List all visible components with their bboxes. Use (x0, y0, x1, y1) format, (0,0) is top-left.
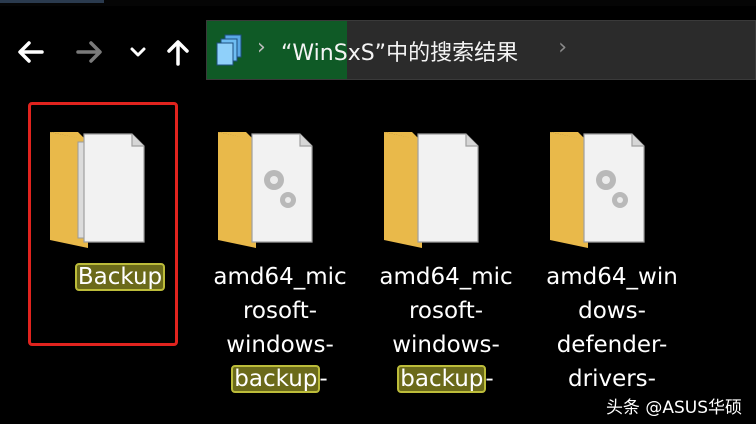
file-name-line: windows- (366, 328, 526, 362)
file-name-label: amd64_win dows-defender-drivers- (532, 260, 692, 396)
file-name-text: amd64_mic (213, 264, 347, 290)
file-name-text: rosoft- (242, 298, 318, 324)
arrow-right-icon (76, 41, 102, 63)
file-name-line: backup- (200, 362, 360, 396)
arrow-left-icon (18, 41, 44, 63)
watermark: 头条 @ASUS华硕 (605, 398, 742, 418)
folder-with-documents-icon (48, 120, 158, 250)
folder-with-gear-document-icon (548, 120, 658, 250)
folder-with-gear-document-icon (216, 120, 326, 250)
search-match-highlight: backup (397, 365, 487, 393)
file-name-text: - (485, 366, 494, 392)
file-name-line: rosoft- (366, 294, 526, 328)
file-name-line: amd64_win (532, 260, 692, 294)
file-name-text: rosoft- (408, 298, 484, 324)
back-button[interactable] (12, 34, 48, 70)
breadcrumb-separator[interactable]: › (257, 35, 266, 60)
search-match-highlight: Backup (74, 263, 166, 291)
file-name-text: drivers- (568, 366, 656, 392)
up-button[interactable] (160, 34, 196, 70)
tab-edge (0, 0, 104, 3)
file-name-line: amd64_mic (366, 260, 526, 294)
address-bar[interactable]: › “WinSxS”中的搜索结果 › (206, 20, 756, 80)
file-name-text: dows- (578, 298, 646, 324)
file-name-line: Backup (40, 260, 200, 294)
file-name-text: windows- (226, 332, 334, 358)
file-name-line: rosoft- (200, 294, 360, 328)
file-name-line: dows- (532, 294, 692, 328)
address-path[interactable]: “WinSxS”中的搜索结果 (281, 35, 518, 67)
folder-with-document-icon (382, 120, 492, 250)
recent-locations-button[interactable] (120, 34, 156, 70)
address-dropdown-chevron[interactable]: › (558, 35, 567, 60)
file-name-line: backup- (366, 362, 526, 396)
file-name-text: - (319, 366, 328, 392)
search-match-highlight: backup (231, 365, 321, 393)
title-strip (0, 0, 756, 6)
arrow-up-icon (167, 40, 189, 66)
file-name-line: drivers- (532, 362, 692, 396)
file-name-line: windows- (200, 328, 360, 362)
file-name-label: amd64_mic rosoft-windows-backup- (366, 260, 526, 396)
file-name-line: amd64_mic (200, 260, 360, 294)
file-name-line: defender- (532, 328, 692, 362)
file-name-label: Backup (40, 260, 200, 294)
stacked-folder-icon (216, 34, 242, 66)
file-name-text: amd64_win (546, 264, 678, 290)
chevron-down-icon (130, 47, 146, 57)
file-name-label: amd64_mic rosoft-windows-backup- (200, 260, 360, 396)
file-name-text: amd64_mic (379, 264, 513, 290)
file-name-text: windows- (392, 332, 500, 358)
file-name-text: defender- (556, 332, 668, 358)
forward-button[interactable] (72, 34, 108, 70)
